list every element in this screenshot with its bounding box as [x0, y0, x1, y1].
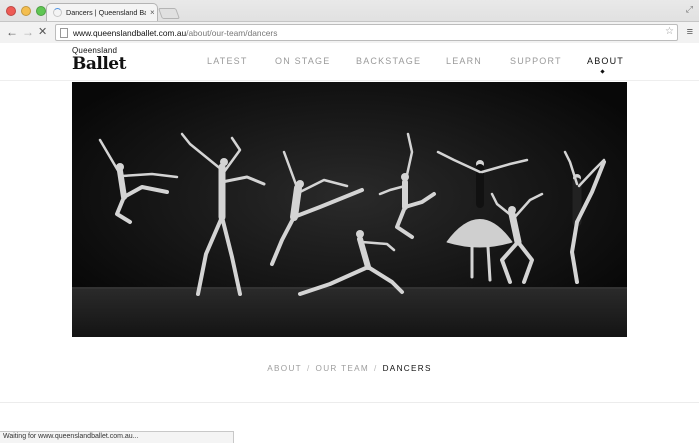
- status-bar: Waiting for www.queenslandballet.com.au.…: [0, 431, 234, 443]
- nav-about[interactable]: ABOUT: [587, 56, 624, 66]
- bookmark-star-icon[interactable]: ☆: [665, 26, 674, 37]
- browser-tab[interactable]: Dancers | Queensland Ballet ×: [46, 3, 158, 21]
- nav-support[interactable]: SUPPORT: [510, 56, 562, 66]
- zoom-window-button[interactable]: [36, 6, 46, 16]
- nav-on-stage[interactable]: ON STAGE: [275, 56, 330, 66]
- site-header: Queensland Ballet LATEST ON STAGE BACKST…: [0, 43, 699, 81]
- breadcrumb-about[interactable]: ABOUT: [267, 364, 302, 373]
- window-controls: [6, 6, 46, 16]
- minimize-window-button[interactable]: [21, 6, 31, 16]
- nav-latest[interactable]: LATEST: [207, 56, 248, 66]
- browser-toolbar: ← → ✕ www.queenslandballet.com.au /about…: [0, 21, 699, 43]
- breadcrumb-our-team[interactable]: OUR TEAM: [316, 364, 369, 373]
- breadcrumb-separator: /: [306, 364, 311, 373]
- browser-menu-icon[interactable]: ≡: [687, 26, 693, 38]
- breadcrumb: ABOUT / OUR TEAM / DANCERS: [0, 364, 699, 373]
- main-nav: LATEST ON STAGE BACKSTAGE LEARN SUPPORT …: [0, 56, 699, 76]
- tab-title: Dancers | Queensland Ballet: [66, 8, 146, 17]
- browser-chrome: Dancers | Queensland Ballet × ⤢ ← → ✕ ww…: [0, 0, 699, 43]
- breadcrumb-dancers: DANCERS: [382, 364, 432, 373]
- hero-dancers-photo: [72, 82, 627, 337]
- forward-arrow-icon[interactable]: →: [22, 25, 34, 39]
- breadcrumb-separator: /: [374, 364, 378, 373]
- address-bar[interactable]: www.queenslandballet.com.au /about/our-t…: [55, 24, 678, 41]
- url-path: /about/our-team/dancers: [186, 27, 278, 38]
- fullscreen-icon[interactable]: ⤢: [686, 4, 693, 15]
- tab-close-icon[interactable]: ×: [150, 8, 155, 17]
- close-window-button[interactable]: [6, 6, 16, 16]
- url-host: www.queenslandballet.com.au: [73, 27, 187, 38]
- new-tab-button[interactable]: [157, 8, 181, 19]
- content-divider: [0, 402, 699, 403]
- loading-spinner-icon: [53, 8, 62, 17]
- nav-learn[interactable]: LEARN: [446, 56, 482, 66]
- nav-backstage[interactable]: BACKSTAGE: [356, 56, 421, 66]
- stop-loading-icon[interactable]: ✕: [38, 25, 47, 39]
- back-arrow-icon[interactable]: ←: [6, 25, 18, 39]
- page-icon: [60, 27, 68, 38]
- active-nav-indicator: [600, 69, 605, 74]
